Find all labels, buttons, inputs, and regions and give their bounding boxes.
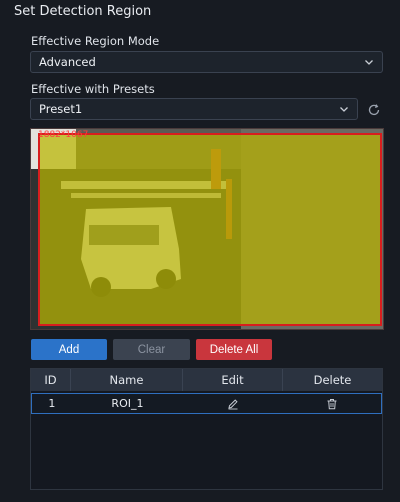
table-header: ID Name Edit Delete [31,369,382,391]
panel-title: Set Detection Region [14,4,152,19]
row-id: 1 [48,397,56,410]
header-edit: Edit [183,369,283,391]
region-mode-select[interactable]: Advanced [30,51,383,73]
row-name: ROI_1 [111,397,144,410]
header-name: Name [71,369,183,391]
add-button[interactable]: Add [31,339,107,360]
edit-button[interactable] [183,394,282,413]
clear-button[interactable]: Clear [113,339,190,360]
pencil-icon [228,398,238,409]
delete-all-button[interactable]: Delete All [196,339,272,360]
delete-button[interactable] [283,394,381,413]
detection-region-roi[interactable] [38,133,382,326]
chevron-down-icon [365,60,373,65]
region-mode-value: Advanced [39,55,96,69]
resolution-label: 1882*1067 [38,130,89,140]
presets-label: Effective with Presets [31,82,155,96]
trash-icon [327,398,337,409]
presets-select[interactable]: Preset1 [30,98,358,120]
presets-value: Preset1 [39,102,83,116]
header-id: ID [31,369,71,391]
refresh-icon[interactable] [367,103,381,117]
table-row[interactable]: 1 ROI_1 [31,393,382,414]
camera-preview[interactable]: 1882*1067 [30,128,384,330]
header-delete: Delete [313,373,352,387]
roi-table: ID Name Edit Delete 1 ROI_1 [30,368,383,490]
region-mode-label: Effective Region Mode [31,34,160,48]
chevron-down-icon [340,107,348,112]
